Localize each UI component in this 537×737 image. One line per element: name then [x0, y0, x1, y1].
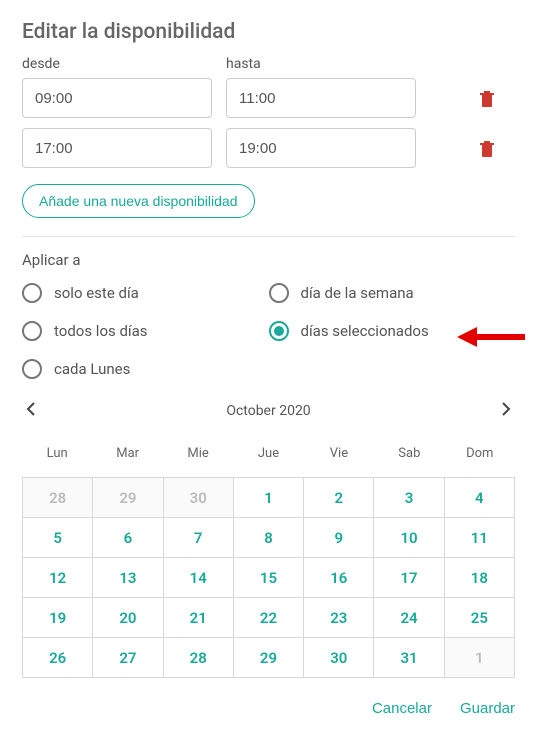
trash-icon	[479, 89, 495, 107]
radio-icon	[22, 359, 42, 379]
radio-every-monday[interactable]: cada Lunes	[22, 359, 269, 379]
calendar-day[interactable]: 31	[374, 638, 444, 678]
to-label: hasta	[226, 56, 416, 72]
time-row	[22, 128, 515, 168]
calendar-weekdays: LunMarMieJueVieSabDom	[22, 440, 515, 467]
chevron-right-icon	[501, 402, 511, 416]
calendar-day[interactable]: 28	[164, 638, 234, 678]
calendar-day[interactable]: 13	[93, 558, 163, 598]
add-availability-button[interactable]: Añade una nueva disponibilidad	[22, 184, 255, 218]
chevron-left-icon	[26, 402, 36, 416]
from-label: desde	[22, 56, 212, 72]
trash-icon	[479, 139, 495, 157]
radio-icon	[269, 321, 289, 341]
calendar-day[interactable]: 26	[23, 638, 93, 678]
dialog-title: Editar la disponibilidad	[22, 20, 515, 44]
calendar-weekday: Mar	[92, 440, 162, 467]
calendar-day[interactable]: 27	[93, 638, 163, 678]
calendar-weekday: Vie	[304, 440, 374, 467]
calendar-day[interactable]: 3	[374, 478, 444, 518]
calendar-day: 30	[164, 478, 234, 518]
calendar-day[interactable]: 5	[23, 518, 93, 558]
delete-row-button[interactable]	[477, 138, 497, 158]
calendar-day[interactable]: 4	[445, 478, 515, 518]
calendar-grid: 2829301234567891011121314151617181920212…	[22, 477, 515, 678]
calendar-day[interactable]: 16	[304, 558, 374, 598]
divider	[22, 236, 515, 237]
calendar-prev-button[interactable]	[22, 397, 40, 424]
calendar-day[interactable]: 11	[445, 518, 515, 558]
calendar-day[interactable]: 30	[304, 638, 374, 678]
calendar-day[interactable]: 20	[93, 598, 163, 638]
calendar-day[interactable]: 6	[93, 518, 163, 558]
radio-only-this-day[interactable]: solo este día	[22, 283, 269, 303]
calendar-day[interactable]: 12	[23, 558, 93, 598]
calendar-weekday: Mie	[163, 440, 233, 467]
calendar-weekday: Sab	[374, 440, 444, 467]
apply-to-options: solo este día día de la semana todos los…	[22, 283, 515, 379]
radio-weekday[interactable]: día de la semana	[269, 283, 516, 303]
radio-icon	[269, 283, 289, 303]
radio-selected-days[interactable]: días seleccionados	[269, 321, 516, 341]
calendar-next-button[interactable]	[497, 397, 515, 424]
time-row	[22, 78, 515, 118]
calendar-weekday: Jue	[233, 440, 303, 467]
calendar-day[interactable]: 7	[164, 518, 234, 558]
calendar-weekday: Lun	[22, 440, 92, 467]
from-input[interactable]	[22, 78, 212, 118]
to-input[interactable]	[226, 128, 416, 168]
calendar-day[interactable]: 10	[374, 518, 444, 558]
radio-label: todos los días	[54, 322, 148, 340]
calendar-day[interactable]: 23	[304, 598, 374, 638]
apply-to-label: Aplicar a	[22, 251, 515, 269]
calendar-day[interactable]: 19	[23, 598, 93, 638]
calendar-day: 28	[23, 478, 93, 518]
radio-label: cada Lunes	[54, 360, 130, 378]
to-input[interactable]	[226, 78, 416, 118]
cancel-button[interactable]: Cancelar	[372, 700, 432, 717]
calendar-day[interactable]: 17	[374, 558, 444, 598]
radio-label: solo este día	[54, 284, 139, 302]
calendar-day[interactable]: 24	[374, 598, 444, 638]
radio-label: días seleccionados	[301, 322, 429, 340]
delete-row-button[interactable]	[477, 88, 497, 108]
radio-icon	[22, 283, 42, 303]
calendar-day[interactable]: 9	[304, 518, 374, 558]
calendar-day[interactable]: 14	[164, 558, 234, 598]
save-button[interactable]: Guardar	[460, 700, 515, 717]
calendar-day[interactable]: 22	[234, 598, 304, 638]
calendar-day[interactable]: 25	[445, 598, 515, 638]
from-input[interactable]	[22, 128, 212, 168]
calendar-day: 29	[93, 478, 163, 518]
radio-label: día de la semana	[301, 284, 414, 302]
calendar-day[interactable]: 29	[234, 638, 304, 678]
calendar-day[interactable]: 18	[445, 558, 515, 598]
radio-every-day[interactable]: todos los días	[22, 321, 269, 341]
calendar-day[interactable]: 15	[234, 558, 304, 598]
calendar-title: October 2020	[226, 403, 310, 419]
calendar-day[interactable]: 2	[304, 478, 374, 518]
calendar-day: 1	[445, 638, 515, 678]
calendar-day[interactable]: 1	[234, 478, 304, 518]
calendar-day[interactable]: 8	[234, 518, 304, 558]
calendar-day[interactable]: 21	[164, 598, 234, 638]
radio-icon	[22, 321, 42, 341]
calendar-weekday: Dom	[445, 440, 515, 467]
